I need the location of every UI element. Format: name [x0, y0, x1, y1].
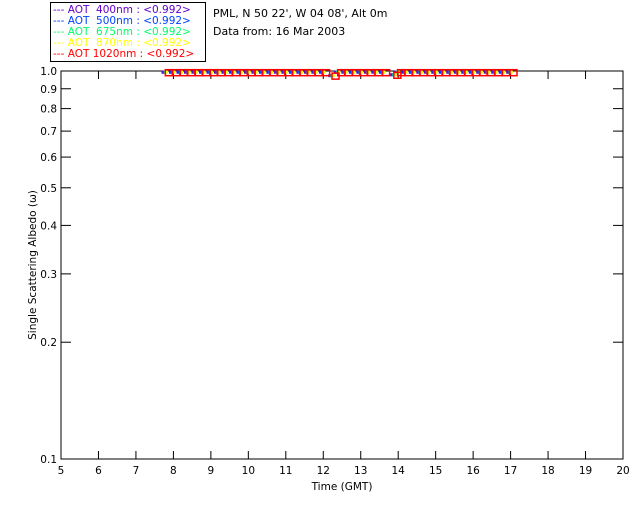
x-tick-label: 15	[429, 465, 442, 477]
y-tick-label: 0.8	[40, 104, 57, 116]
x-tick-label: 20	[616, 465, 629, 477]
x-tick-label: 10	[242, 465, 255, 477]
x-tick-label: 13	[354, 465, 367, 477]
x-tick-label: 8	[170, 465, 177, 477]
y-tick-label: 1.0	[40, 66, 57, 78]
x-tick-label: 5	[58, 465, 65, 477]
x-tick-label: 18	[541, 465, 554, 477]
y-tick-label: 0.6	[40, 152, 57, 164]
x-tick-label: 7	[133, 465, 140, 477]
y-tick-label: 0.1	[40, 454, 57, 466]
y-tick-label: 0.5	[40, 183, 57, 195]
y-axis-label: Single Scattering Albedo (ω)	[27, 190, 39, 340]
x-tick-label: 9	[208, 465, 215, 477]
axes-frame	[60, 70, 624, 460]
plot-area: 5 6 7 8 9 10 11 12 13 14 15 16 17 18 19 20 0.1 0.2 0.3 0.4 0…	[27, 66, 630, 493]
y-tick-label: 0.9	[40, 84, 57, 96]
x-tick-label: 19	[579, 465, 592, 477]
y-tick-label: 0.3	[40, 269, 57, 281]
x-tick-label: 12	[317, 465, 330, 477]
x-tick-label: 14	[392, 465, 406, 477]
x-tick-label: 16	[466, 465, 480, 477]
x-tick-label: 17	[504, 465, 517, 477]
x-tick-label: 6	[95, 465, 102, 477]
x-axis-label: Time (GMT)	[311, 481, 373, 493]
y-tick-label: 0.7	[40, 126, 57, 138]
y-tick-label: 0.2	[40, 337, 57, 349]
chart-figure: --- AOT 400nm : <0.992> --- AOT 500nm : …	[0, 0, 640, 512]
y-tick-label: 0.4	[40, 220, 57, 232]
x-tick-label: 11	[279, 465, 292, 477]
